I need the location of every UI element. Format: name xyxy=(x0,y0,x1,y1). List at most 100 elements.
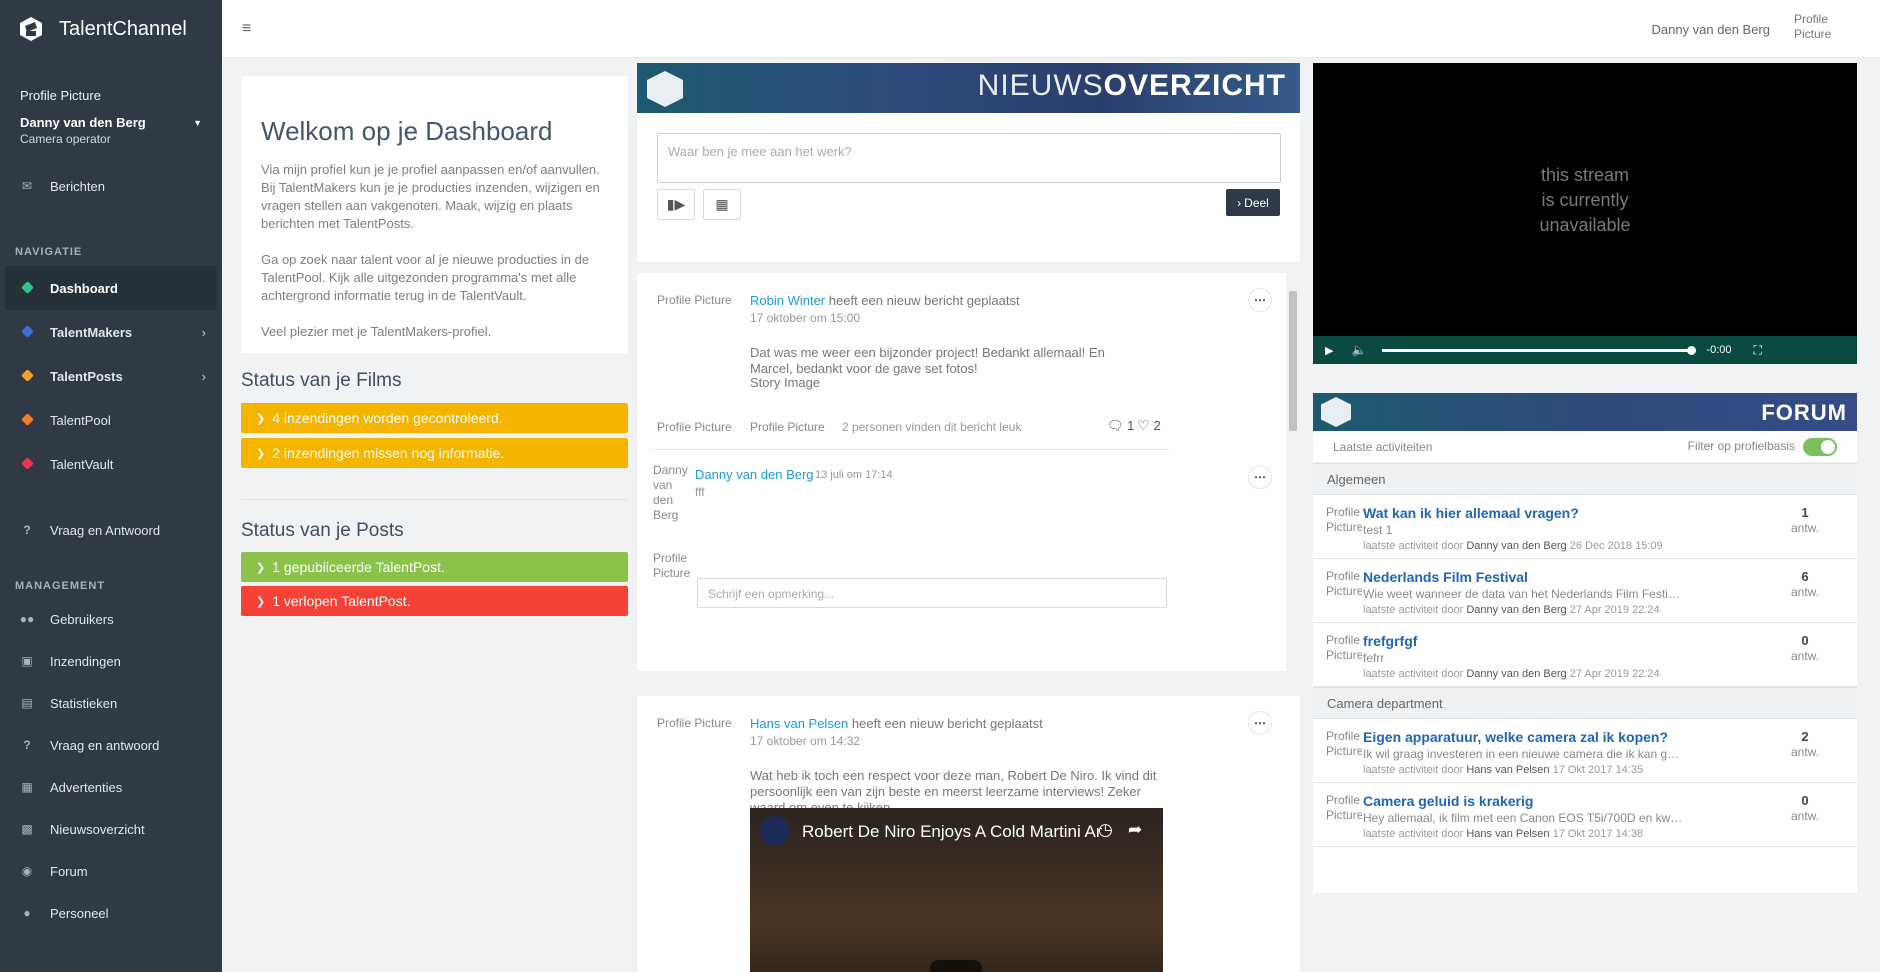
thread-title[interactable]: Eigen apparatuur, welke camera zal ik ko… xyxy=(1363,729,1668,745)
sidebar-item-talentmakers[interactable]: TalentMakers › xyxy=(0,310,222,354)
comments-counter[interactable]: 🗨 1 xyxy=(1107,418,1134,434)
sidebar-item-statistieken[interactable]: ▤ Statistieken xyxy=(0,682,222,724)
profile-filter-toggle[interactable]: Filter op profielbasis xyxy=(1688,437,1837,456)
progress-slider[interactable] xyxy=(1382,345,1697,355)
topbar-avatar[interactable]: Profile Picture xyxy=(1794,12,1840,42)
embedded-youtube-video[interactable]: Robert De Niro Enjoys A Cold Martini And… xyxy=(750,808,1163,972)
share-icon[interactable]: ➦ xyxy=(1128,820,1142,840)
answer-label: antw. xyxy=(1790,745,1819,759)
post-options-button[interactable]: ⋯ xyxy=(1248,711,1272,735)
forum-thread[interactable]: Profile Picture Eigen apparatuur, welke c… xyxy=(1313,719,1857,783)
add-video-button[interactable]: ▮▶ xyxy=(657,189,695,220)
post-action-text: heeft een nieuw bericht geplaatst xyxy=(851,716,1043,731)
activity-date: 27 Apr 2019 22:24 xyxy=(1569,604,1660,616)
slider-handle[interactable] xyxy=(1687,345,1697,355)
comment-text: fff xyxy=(695,485,705,499)
like-button[interactable]: ♡ 2 xyxy=(1137,417,1161,434)
posts-status-item[interactable]: ❯ 1 verlopen TalentPost. xyxy=(241,586,628,616)
volume-icon[interactable]: 🔈 xyxy=(1351,343,1366,357)
comment-author-link[interactable]: Danny van den Berg xyxy=(695,467,814,482)
scrollbar-thumb[interactable] xyxy=(1289,291,1297,431)
answer-label: antw. xyxy=(1790,649,1819,663)
comments-icon: ◉ xyxy=(21,864,33,878)
chevron-down-icon: ❯ xyxy=(256,595,266,608)
profile-menu[interactable]: Danny van den Berg ▼ xyxy=(20,115,202,130)
liker-avatar: Profile Picture xyxy=(750,420,825,434)
welcome-card: Welkom op je Dashboard Via mijn profiel … xyxy=(241,76,628,353)
posts-status-item[interactable]: ❯ 1 gepubliceerde TalentPost. xyxy=(241,552,628,582)
sidebar-item-advertenties[interactable]: ▦ Advertenties xyxy=(0,766,222,808)
sidebar-item-label: Berichten xyxy=(50,178,105,194)
post-author-link[interactable]: Robin Winter xyxy=(750,293,825,308)
ellipsis-icon: ⋯ xyxy=(1254,470,1266,484)
forum-thread[interactable]: Profile Picture Camera geluid is krakerig… xyxy=(1313,783,1857,847)
thread-activity: laatste activiteit door Hans van Pelsen … xyxy=(1363,828,1643,840)
play-icon[interactable]: ▶ xyxy=(1325,344,1333,357)
post-author-link[interactable]: Hans van Pelsen xyxy=(750,716,848,731)
thread-title[interactable]: Wat kan ik hier allemaal vragen? xyxy=(1363,505,1579,521)
forum-category[interactable]: Algemeen xyxy=(1313,463,1857,495)
sidebar-item-inzendingen[interactable]: ▣ Inzendingen xyxy=(0,640,222,682)
share-button[interactable]: › Deel xyxy=(1226,189,1280,216)
watch-later-icon[interactable]: ◷ xyxy=(1098,820,1113,840)
scrollbar[interactable] xyxy=(1286,273,1300,671)
image-icon: ▦ xyxy=(21,780,33,794)
sidebar-item-label: Personeel xyxy=(50,905,109,921)
activity-user[interactable]: Danny van den Berg xyxy=(1466,540,1566,552)
news-post: Profile Picture Robin Winter heeft een n… xyxy=(637,273,1300,671)
activity-user[interactable]: Danny van den Berg xyxy=(1466,604,1566,616)
sidebar-item-talentvault[interactable]: TalentVault xyxy=(0,442,222,486)
cube-icon xyxy=(18,457,36,471)
sidebar-item-vraag-en-antwoord[interactable]: ? Vraag en antwoord xyxy=(0,724,222,766)
news-banner-bold: OVERZICHT xyxy=(1103,69,1286,102)
sidebar-profile: Profile Picture Danny van den Berg ▼ Came… xyxy=(0,58,222,146)
chevron-down-icon: ❯ xyxy=(256,447,266,460)
toggle-switch[interactable] xyxy=(1803,437,1837,456)
films-status-label: 2 inzendingen missen nog informatie. xyxy=(272,445,505,461)
add-image-button[interactable]: ▦ xyxy=(703,189,741,220)
comment-options-button[interactable]: ⋯ xyxy=(1248,465,1272,489)
livestream-player[interactable]: this stream is currently unavailable ▶ 🔈 -… xyxy=(1313,63,1857,364)
sidebar: TalentChannel Profile Picture Danny van … xyxy=(0,0,222,972)
thread-snippet: test 1 xyxy=(1363,523,1393,537)
sidebar-item-label: TalentVault xyxy=(50,456,114,472)
thread-title[interactable]: frefgrfgf xyxy=(1363,633,1417,649)
topbar-user-name[interactable]: Danny van den Berg xyxy=(1651,22,1770,37)
play-icon[interactable]: ▶ xyxy=(930,960,982,972)
answer-count: 0 antw. xyxy=(1791,633,1819,664)
films-status-item[interactable]: ❯ 4 inzendingen worden gecontroleerd. xyxy=(241,403,628,433)
fullscreen-icon[interactable]: ⛶ xyxy=(1754,343,1762,358)
activity-user[interactable]: Hans van Pelsen xyxy=(1466,828,1549,840)
posts-status-label: 1 verlopen TalentPost. xyxy=(272,593,411,609)
sidebar-item-dashboard[interactable]: Dashboard xyxy=(5,266,217,310)
forum-thread[interactable]: Profile Picture Wat kan ik hier allemaal … xyxy=(1313,495,1857,559)
forum-category[interactable]: Camera department xyxy=(1313,687,1857,719)
activity-user[interactable]: Hans van Pelsen xyxy=(1466,764,1549,776)
comment-input[interactable]: Schrijf een opmerking... xyxy=(697,578,1167,608)
sidebar-item-forum[interactable]: ◉ Forum xyxy=(0,850,222,892)
thread-title[interactable]: Nederlands Film Festival xyxy=(1363,569,1528,585)
forum-thread[interactable]: Profile Picture Nederlands Film Festival W… xyxy=(1313,559,1857,623)
post-options-button[interactable]: ⋯ xyxy=(1248,288,1272,312)
hamburger-menu-icon[interactable]: ≡ xyxy=(242,20,251,38)
forum-thread[interactable]: Profile Picture frefgrfgf fefrr laatste act… xyxy=(1313,623,1857,687)
sidebar-item-qa[interactable]: ? Vraag en Antwoord xyxy=(0,508,222,552)
post-composer-input[interactable]: Waar ben je mee aan het werk? xyxy=(657,133,1281,183)
sidebar-item-gebruikers[interactable]: ●● Gebruikers xyxy=(0,598,222,640)
sidebar-item-talentpool[interactable]: TalentPool xyxy=(0,398,222,442)
post-date: 17 oktober om 14:32 xyxy=(750,734,861,748)
forum-widget: FORUM Laatste activiteiten Filter op pro… xyxy=(1313,393,1857,893)
sidebar-item-personeel[interactable]: ● Personeel xyxy=(0,892,222,934)
sidebar-item-berichten[interactable]: ✉ Berichten xyxy=(0,164,222,208)
answer-label: antw. xyxy=(1790,521,1819,535)
news-banner-title: NIEUWSOVERZICHT xyxy=(978,69,1286,103)
thread-title[interactable]: Camera geluid is krakerig xyxy=(1363,793,1533,809)
brand[interactable]: TalentChannel xyxy=(0,0,222,58)
activity-prefix: laatste activiteit door xyxy=(1363,764,1464,776)
envelope-icon: ✉ xyxy=(21,179,33,193)
sidebar-item-nieuwsoverzicht[interactable]: ▩ Nieuwsoverzicht xyxy=(0,808,222,850)
video-camera-icon: ▮▶ xyxy=(666,196,686,212)
activity-user[interactable]: Danny van den Berg xyxy=(1466,668,1566,680)
sidebar-item-talentposts[interactable]: TalentPosts › xyxy=(0,354,222,398)
films-status-item[interactable]: ❯ 2 inzendingen missen nog informatie. xyxy=(241,438,628,468)
